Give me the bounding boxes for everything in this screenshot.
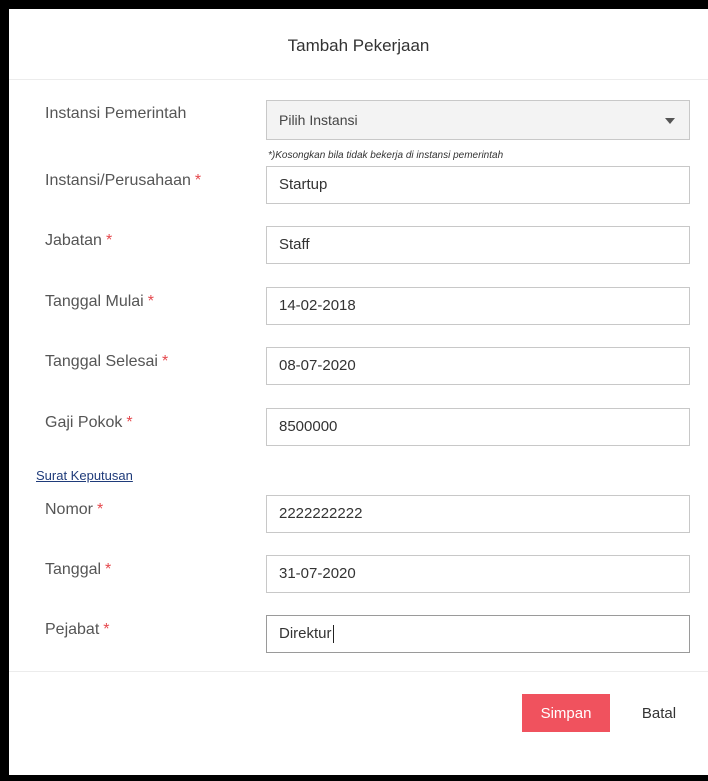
row-jabatan: Jabatan * Staff <box>9 226 708 266</box>
pejabat-input-value: Direktur <box>279 625 332 642</box>
row-pejabat: Pejabat * Direktur <box>9 615 708 655</box>
label-tanggal-mulai: Tanggal Mulai * <box>45 293 154 310</box>
label-tanggal: Tanggal * <box>45 561 112 578</box>
row-tanggal-mulai: Tanggal Mulai * 14-02-2018 <box>9 287 708 327</box>
label-gaji-pokok: Gaji Pokok * <box>45 414 133 431</box>
instansi-pemerintah-selected-value: Pilih Instansi <box>279 112 358 128</box>
required-marker: * <box>97 501 104 518</box>
pejabat-input[interactable]: Direktur <box>266 615 690 653</box>
row-tanggal: Tanggal * 31-07-2020 <box>9 555 708 595</box>
nomor-input[interactable]: 2222222222 <box>266 495 690 533</box>
label-tanggal-selesai: Tanggal Selesai * <box>45 353 169 370</box>
required-marker: * <box>194 172 202 189</box>
label-pejabat: Pejabat * <box>45 621 110 638</box>
modal-title: Tambah Pekerjaan <box>287 36 430 55</box>
modal-header: Tambah Pekerjaan <box>9 9 708 80</box>
instansi-pemerintah-select[interactable]: Pilih Instansi <box>266 100 690 140</box>
label-nomor: Nomor * <box>45 501 104 518</box>
required-marker: * <box>147 293 154 310</box>
cancel-button[interactable]: Batal <box>629 694 689 732</box>
label-jabatan: Jabatan * <box>45 232 113 249</box>
required-marker: * <box>105 561 112 578</box>
required-marker: * <box>103 621 110 638</box>
surat-keputusan-section-link[interactable]: Surat Keputusan <box>36 468 133 483</box>
instansi-pemerintah-hint: *)Kosongkan bila tidak bekerja di instan… <box>268 150 504 161</box>
row-tanggal-selesai: Tanggal Selesai * 08-07-2020 <box>9 347 708 387</box>
tanggal-input[interactable]: 31-07-2020 <box>266 555 690 593</box>
modal-footer: Simpan Batal <box>9 671 708 772</box>
save-button[interactable]: Simpan <box>522 694 610 732</box>
chevron-down-icon <box>665 118 675 124</box>
row-gaji-pokok: Gaji Pokok * 8500000 <box>9 408 708 448</box>
row-nomor: Nomor * 2222222222 <box>9 495 708 535</box>
window-frame-left <box>0 0 9 781</box>
row-instansi-pemerintah: Instansi Pemerintah Pilih Instansi <box>9 100 708 140</box>
label-instansi-perusahaan: Instansi/Perusahaan * <box>45 172 202 189</box>
tanggal-selesai-input[interactable]: 08-07-2020 <box>266 347 690 385</box>
required-marker: * <box>105 232 113 249</box>
window-frame-bottom <box>0 775 708 781</box>
window-frame-top <box>0 0 708 9</box>
required-marker: * <box>126 414 133 431</box>
jabatan-input[interactable]: Staff <box>266 226 690 264</box>
tanggal-mulai-input[interactable]: 14-02-2018 <box>266 287 690 325</box>
text-caret <box>332 625 334 644</box>
row-instansi-perusahaan: Instansi/Perusahaan * Startup <box>9 166 708 206</box>
instansi-perusahaan-input[interactable]: Startup <box>266 166 690 204</box>
gaji-pokok-input[interactable]: 8500000 <box>266 408 690 446</box>
add-job-modal: Tambah Pekerjaan Instansi Pemerintah Pil… <box>9 9 708 775</box>
label-instansi-pemerintah: Instansi Pemerintah <box>45 105 187 122</box>
required-marker: * <box>161 353 169 370</box>
